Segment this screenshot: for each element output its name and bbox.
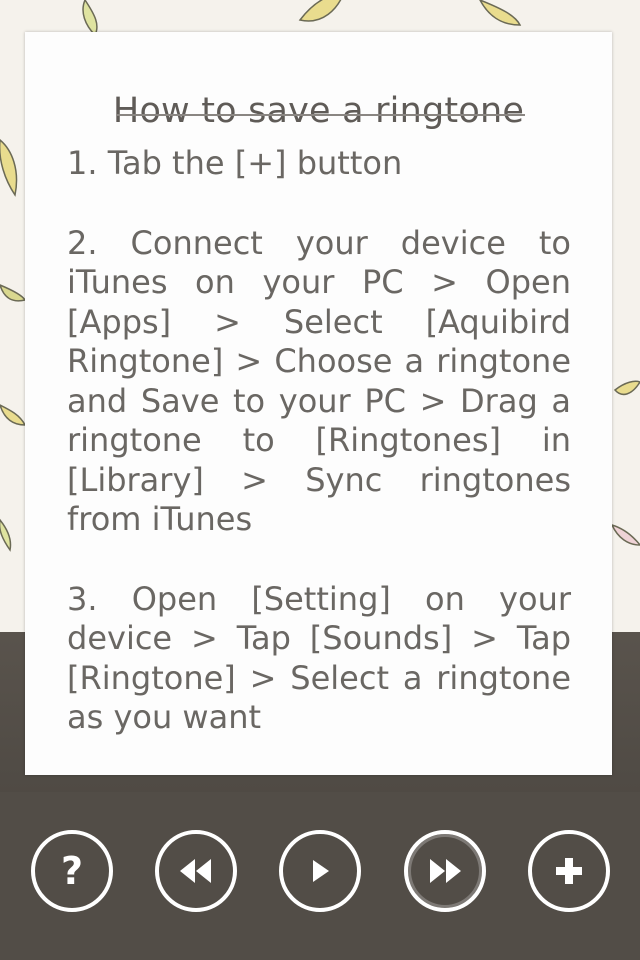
help-button[interactable]: ? bbox=[31, 830, 113, 912]
fast-forward-icon bbox=[430, 859, 461, 883]
plus-icon bbox=[556, 858, 582, 884]
help-icon: ? bbox=[60, 849, 84, 893]
fast-forward-button[interactable] bbox=[404, 830, 486, 912]
help-step-3: 3. Open [Setting] on your device > Tap [… bbox=[67, 579, 571, 737]
help-card: How to save a ringtone 1. Tab the [+] bu… bbox=[25, 32, 612, 775]
rewind-button[interactable] bbox=[155, 830, 237, 912]
title-underline bbox=[117, 114, 525, 116]
help-title: How to save a ringtone bbox=[112, 91, 525, 131]
rewind-icon bbox=[180, 859, 211, 883]
player-toolbar: ? bbox=[0, 830, 640, 922]
play-icon bbox=[313, 860, 329, 882]
play-button[interactable] bbox=[279, 830, 361, 912]
help-step-1: 1. Tab the [+] button bbox=[67, 144, 403, 182]
help-step-2: 2. Connect your device to iTunes on your… bbox=[67, 223, 571, 539]
help-steps: 1. Tab the [+] button 2. Connect your de… bbox=[67, 144, 571, 778]
add-ringtone-button[interactable] bbox=[528, 830, 610, 912]
